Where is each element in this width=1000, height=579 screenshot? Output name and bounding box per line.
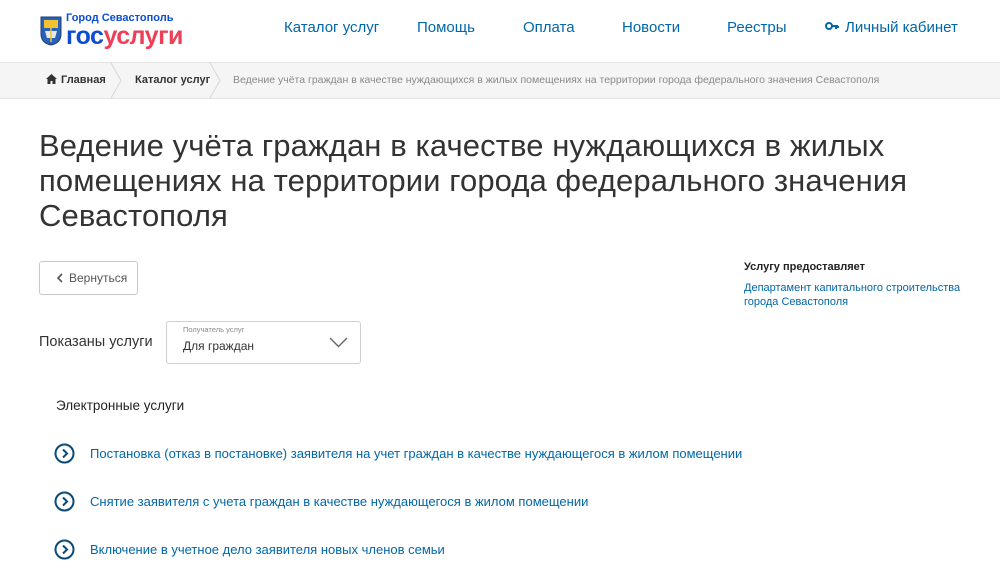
nav-personal-account[interactable]: Личный кабинет xyxy=(825,19,958,36)
recipient-select-value: Для граждан xyxy=(183,339,255,353)
chevron-circle-right-icon xyxy=(54,443,75,464)
service-link-label: Включение в учетное дело заявителя новых… xyxy=(90,542,445,557)
electronic-services-heading: Электронные услуги xyxy=(56,398,185,413)
chevron-down-icon xyxy=(329,337,348,348)
service-link-label: Постановка (отказ в постановке) заявител… xyxy=(90,446,743,461)
recipient-select[interactable]: Получатель услуг Для граждан xyxy=(166,321,361,364)
breadcrumb: Главная Каталог услуг Ведение учёта граж… xyxy=(0,62,1000,99)
page-title: Ведение учёта граждан в качестве нуждающ… xyxy=(39,128,908,233)
chevron-circle-right-icon xyxy=(54,491,75,512)
shown-services-label: Показаны услуги xyxy=(39,334,153,350)
gosuslugi-logo[interactable]: Город Севастополь госуслуги xyxy=(40,12,220,52)
breadcrumb-home-label: Главная xyxy=(61,74,106,86)
nav-registries[interactable]: Реестры xyxy=(727,19,787,36)
breadcrumb-current: Ведение учёта граждан в качестве нуждающ… xyxy=(233,74,880,86)
home-icon xyxy=(46,74,57,84)
site-header: Город Севастополь госуслуги Каталог услу… xyxy=(0,0,1000,62)
key-icon xyxy=(825,22,839,30)
nav-payment[interactable]: Оплата xyxy=(523,19,575,36)
logo-wordmark: госуслуги xyxy=(66,22,183,50)
nav-help[interactable]: Помощь xyxy=(417,19,475,36)
provider-link[interactable]: Департамент капитального строительства г… xyxy=(744,281,964,309)
nav-personal-account-label: Личный кабинет xyxy=(845,19,958,36)
chevron-left-icon xyxy=(56,273,63,283)
back-button[interactable]: Вернуться xyxy=(39,261,138,295)
breadcrumb-separator-icon xyxy=(110,63,122,98)
chevron-circle-right-icon xyxy=(54,539,75,560)
recipient-select-caption: Получатель услуг xyxy=(183,325,245,334)
service-link-label: Снятие заявителя с учета граждан в качес… xyxy=(90,494,589,509)
provider-label: Услугу предоставляет xyxy=(744,261,866,273)
sevastopol-emblem-icon xyxy=(40,16,62,46)
breadcrumb-home[interactable]: Главная xyxy=(46,63,106,98)
breadcrumb-separator-icon xyxy=(209,63,221,98)
breadcrumb-catalog[interactable]: Каталог услуг xyxy=(135,63,210,98)
nav-catalog[interactable]: Каталог услуг xyxy=(284,19,379,36)
back-button-label: Вернуться xyxy=(69,271,128,285)
nav-news[interactable]: Новости xyxy=(622,19,680,36)
